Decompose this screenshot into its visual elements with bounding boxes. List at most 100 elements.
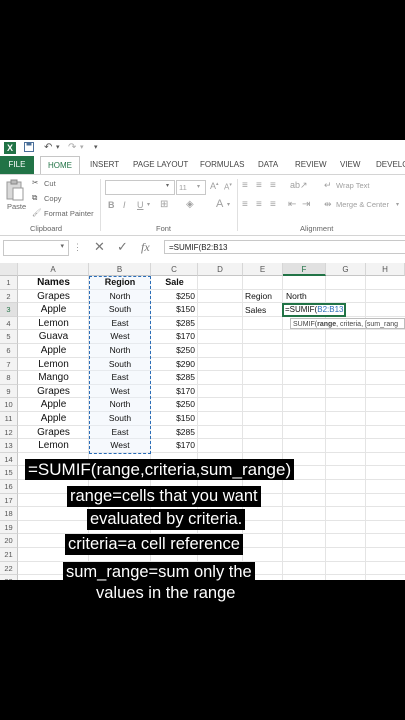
tab-insert[interactable]: INSERT	[90, 156, 119, 174]
cell-region[interactable]: South	[89, 358, 151, 372]
bold-button[interactable]: B	[108, 200, 115, 210]
row-header[interactable]: 2	[0, 289, 18, 304]
align-bottom-icon[interactable]: ≡	[270, 180, 276, 191]
italic-button[interactable]: I	[123, 200, 126, 210]
cell-region[interactable]: East	[89, 426, 151, 440]
cell-region[interactable]: East	[89, 371, 151, 385]
cell-region[interactable]: North	[89, 290, 151, 304]
cell-name[interactable]: Lemon	[18, 358, 89, 372]
tab-developer[interactable]: DEVELO	[376, 156, 405, 174]
undo-dropdown-icon[interactable]: ▾	[56, 142, 60, 154]
underline-dropdown-icon[interactable]: ▾	[147, 201, 150, 208]
row-header[interactable]: 21	[0, 548, 18, 562]
cell-region[interactable]: West	[89, 385, 151, 399]
cell-sale[interactable]: $150	[151, 412, 195, 426]
header-region[interactable]: Region	[89, 276, 151, 290]
row-header[interactable]: 10	[0, 398, 18, 412]
cell-sale[interactable]: $170	[151, 385, 195, 399]
header-sale[interactable]: Sale	[151, 276, 198, 290]
tab-data[interactable]: DATA	[258, 156, 278, 174]
row-header[interactable]: 8	[0, 371, 18, 385]
decrease-font-icon[interactable]: A▾	[224, 182, 232, 192]
cell-sale[interactable]: $250	[151, 344, 195, 358]
cell-sale[interactable]: $250	[151, 290, 195, 304]
tab-formulas[interactable]: FORMULAS	[200, 156, 244, 174]
row-header[interactable]: 1	[0, 276, 18, 290]
redo-dropdown-icon[interactable]: ▾	[80, 142, 84, 154]
cell-name[interactable]: Apple	[18, 344, 89, 358]
cell-name[interactable]: Apple	[18, 412, 89, 426]
redo-icon[interactable]: ↷	[68, 142, 76, 154]
cell-sale[interactable]: $250	[151, 398, 195, 412]
column-header[interactable]: H	[366, 263, 405, 276]
format-painter-icon[interactable]: 🖌	[32, 208, 42, 217]
merge-dropdown-icon[interactable]: ▾	[396, 201, 399, 208]
row-header[interactable]: 3	[0, 303, 18, 317]
fill-color-icon[interactable]: ◈	[186, 199, 194, 210]
region-label-cell[interactable]: Region	[245, 290, 272, 304]
formula-input[interactable]: =SUMIF(B2:B13	[164, 240, 405, 254]
row-header[interactable]: 20	[0, 534, 18, 548]
wrap-text-icon[interactable]: ↵	[324, 180, 332, 191]
decrease-indent-icon[interactable]: ⇤	[288, 199, 296, 210]
paste-button[interactable]: Paste	[7, 202, 26, 211]
column-header[interactable]: A	[18, 263, 89, 276]
undo-icon[interactable]: ↶	[44, 142, 52, 154]
font-name-select[interactable]	[105, 180, 175, 195]
cell-name[interactable]: Apple	[18, 398, 89, 412]
cell-region[interactable]: South	[89, 303, 151, 317]
cell-region[interactable]: West	[89, 330, 151, 344]
row-header[interactable]: 14	[0, 452, 18, 467]
align-middle-icon[interactable]: ≡	[256, 180, 262, 191]
column-header[interactable]: F	[283, 263, 326, 276]
increase-font-icon[interactable]: A▴	[210, 181, 219, 191]
active-cell-editor[interactable]: =SUMIF(B2:B13	[282, 303, 346, 317]
font-color-icon[interactable]: A	[216, 198, 223, 210]
cell-name[interactable]: Mango	[18, 371, 89, 385]
region-value-cell[interactable]: North	[286, 290, 307, 304]
row-header[interactable]: 19	[0, 520, 18, 535]
row-header[interactable]: 12	[0, 425, 18, 440]
cell-name[interactable]: Lemon	[18, 317, 89, 331]
paste-icon[interactable]	[6, 179, 24, 201]
customize-qat-icon[interactable]: ▾	[94, 142, 98, 154]
copy-button[interactable]: Copy	[44, 194, 62, 203]
save-icon[interactable]	[24, 142, 34, 156]
select-all-corner[interactable]	[0, 263, 18, 276]
orientation-icon[interactable]: ab↗	[290, 180, 308, 191]
tab-review[interactable]: REVIEW	[295, 156, 327, 174]
tab-file[interactable]: FILE	[0, 156, 34, 174]
borders-icon[interactable]: ⊞	[160, 199, 168, 210]
cell-name[interactable]: Grapes	[18, 385, 89, 399]
row-header[interactable]: 11	[0, 412, 18, 426]
tab-view[interactable]: VIEW	[340, 156, 360, 174]
align-left-icon[interactable]: ≡	[242, 199, 248, 210]
merge-center-icon[interactable]: ⇹	[324, 199, 332, 210]
cell-name[interactable]: Lemon	[18, 439, 89, 453]
enter-icon[interactable]: ✓	[117, 239, 128, 255]
copy-icon[interactable]: ⧉	[32, 193, 37, 203]
row-header[interactable]: 7	[0, 357, 18, 372]
font-size-select[interactable]: 11 ▾	[176, 180, 206, 195]
cell-sale[interactable]: $170	[151, 439, 195, 453]
format-painter-button[interactable]: Format Painter	[44, 209, 94, 218]
row-header[interactable]: 9	[0, 384, 18, 399]
cell-sale[interactable]: $170	[151, 330, 195, 344]
row-header[interactable]: 23	[0, 575, 18, 580]
name-box[interactable]: ▾	[3, 240, 69, 256]
cell-name[interactable]: Guava	[18, 330, 89, 344]
cut-icon[interactable]: ✂	[32, 178, 38, 187]
align-top-icon[interactable]: ≡	[242, 180, 248, 191]
tab-home[interactable]: HOME	[40, 156, 80, 174]
row-header[interactable]: 5	[0, 330, 18, 344]
column-header[interactable]: G	[326, 263, 366, 276]
cell-name[interactable]: Grapes	[18, 290, 89, 304]
row-header[interactable]: 18	[0, 507, 18, 521]
row-header[interactable]: 13	[0, 439, 18, 453]
column-header[interactable]: C	[151, 263, 198, 276]
font-name-dropdown-icon[interactable]: ▾	[166, 182, 169, 189]
cell-sale[interactable]: $150	[151, 303, 195, 317]
header-names[interactable]: Names	[18, 276, 89, 290]
row-header[interactable]: 15	[0, 466, 18, 480]
insert-function-button[interactable]: fx	[141, 239, 150, 255]
